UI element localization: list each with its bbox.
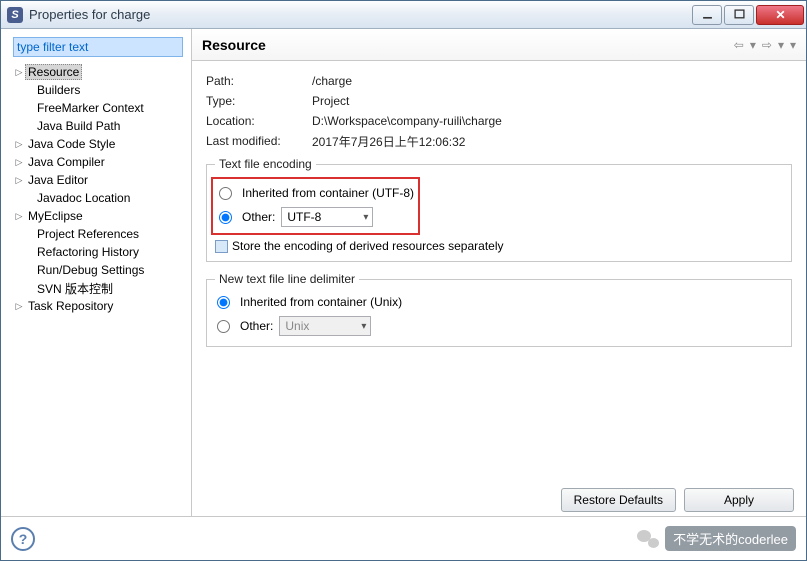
encoding-inherited-radio[interactable] — [219, 187, 232, 200]
tree-item[interactable]: Project References — [11, 225, 187, 243]
prop-location: Location:D:\Workspace\company-ruili\char… — [206, 111, 792, 131]
header-nav: ⇦ ▾ ⇨ ▾ ▾ — [734, 38, 796, 52]
tree-item[interactable]: SVN 版本控制 — [11, 279, 187, 297]
tree-item[interactable]: ▷Resource — [11, 63, 187, 81]
back-icon[interactable]: ⇦ — [734, 38, 744, 52]
tree-item[interactable]: ▷MyEclipse — [11, 207, 187, 225]
store-encoding-checkbox[interactable] — [215, 240, 228, 253]
watermark-text: 不学无术的coderlee — [665, 526, 796, 551]
window-buttons — [692, 5, 804, 25]
delimiter-inherited-label: Inherited from container (Unix) — [240, 295, 402, 309]
main-body: Path:/charge Type:Project Location:D:\Wo… — [192, 61, 806, 480]
dialog-content: ▷ResourceBuildersFreeMarker ContextJava … — [1, 29, 806, 516]
encoding-inherited-row[interactable]: Inherited from container (UTF-8) — [217, 181, 414, 205]
encoding-legend: Text file encoding — [215, 157, 316, 171]
expand-icon[interactable]: ▷ — [13, 66, 25, 78]
tree-item[interactable]: ▷Java Compiler — [11, 153, 187, 171]
prop-type: Type:Project — [206, 91, 792, 111]
delimiter-other-row[interactable]: Other: Unix — [215, 314, 783, 338]
delimiter-legend: New text file line delimiter — [215, 272, 359, 286]
forward-icon[interactable]: ⇨ — [762, 38, 772, 52]
tree-item[interactable]: Javadoc Location — [11, 189, 187, 207]
close-button[interactable] — [756, 5, 804, 25]
bottom-bar: ? 不学无术的coderlee — [1, 516, 806, 560]
watermark: 不学无术的coderlee — [637, 526, 796, 551]
footer-buttons: Restore Defaults Apply — [192, 480, 806, 516]
filter-input[interactable] — [13, 37, 183, 57]
delimiter-other-radio[interactable] — [217, 320, 230, 333]
window-titlebar: S Properties for charge — [1, 1, 806, 29]
expand-icon[interactable]: ▷ — [13, 138, 25, 150]
tree-item[interactable]: ▷Task Repository — [11, 297, 187, 315]
maximize-button[interactable] — [724, 5, 754, 25]
delimiter-inherited-row[interactable]: Inherited from container (Unix) — [215, 290, 783, 314]
encoding-other-label: Other: — [242, 210, 275, 224]
expand-icon[interactable]: ▷ — [13, 300, 25, 312]
main-panel: Resource ⇦ ▾ ⇨ ▾ ▾ Path:/charge Type:Pro… — [192, 29, 806, 516]
tree-item[interactable]: ▷Java Code Style — [11, 135, 187, 153]
delimiter-other-label: Other: — [240, 319, 273, 333]
store-encoding-label: Store the encoding of derived resources … — [232, 239, 504, 253]
app-icon: S — [7, 7, 23, 23]
category-sidebar: ▷ResourceBuildersFreeMarker ContextJava … — [1, 29, 192, 516]
delimiter-inherited-radio[interactable] — [217, 296, 230, 309]
tree-item[interactable]: Java Build Path — [11, 117, 187, 135]
encoding-other-combo[interactable]: UTF-8 — [281, 207, 373, 227]
expand-icon[interactable]: ▷ — [13, 156, 25, 168]
view-menu-icon[interactable]: ▾ — [790, 38, 796, 52]
prop-path: Path:/charge — [206, 71, 792, 91]
tree-item[interactable]: Builders — [11, 81, 187, 99]
tree-item[interactable]: Refactoring History — [11, 243, 187, 261]
category-tree: ▷ResourceBuildersFreeMarker ContextJava … — [5, 61, 187, 315]
delimiter-other-combo: Unix — [279, 316, 371, 336]
help-button[interactable]: ? — [11, 527, 35, 551]
main-header: Resource ⇦ ▾ ⇨ ▾ ▾ — [192, 29, 806, 61]
window-title: Properties for charge — [29, 7, 692, 22]
restore-defaults-button[interactable]: Restore Defaults — [561, 488, 676, 512]
back-menu-icon[interactable]: ▾ — [750, 38, 756, 52]
expand-icon[interactable]: ▷ — [13, 174, 25, 186]
delimiter-group: New text file line delimiter Inherited f… — [206, 272, 792, 347]
encoding-other-row[interactable]: Other: UTF-8 — [217, 205, 414, 229]
encoding-highlight: Inherited from container (UTF-8) Other: … — [211, 177, 420, 235]
tree-item[interactable]: ▷Java Editor — [11, 171, 187, 189]
page-title: Resource — [202, 37, 734, 53]
encoding-other-radio[interactable] — [219, 211, 232, 224]
wechat-icon — [637, 530, 659, 548]
minimize-button[interactable] — [692, 5, 722, 25]
tree-item[interactable]: FreeMarker Context — [11, 99, 187, 117]
encoding-group: Text file encoding Inherited from contai… — [206, 157, 792, 262]
forward-menu-icon[interactable]: ▾ — [778, 38, 784, 52]
prop-last-modified: Last modified:2017年7月26日上午12:06:32 — [206, 131, 792, 151]
store-encoding-row[interactable]: Store the encoding of derived resources … — [215, 239, 783, 253]
expand-icon[interactable]: ▷ — [13, 210, 25, 222]
encoding-inherited-label: Inherited from container (UTF-8) — [242, 186, 414, 200]
tree-item[interactable]: Run/Debug Settings — [11, 261, 187, 279]
apply-button[interactable]: Apply — [684, 488, 794, 512]
